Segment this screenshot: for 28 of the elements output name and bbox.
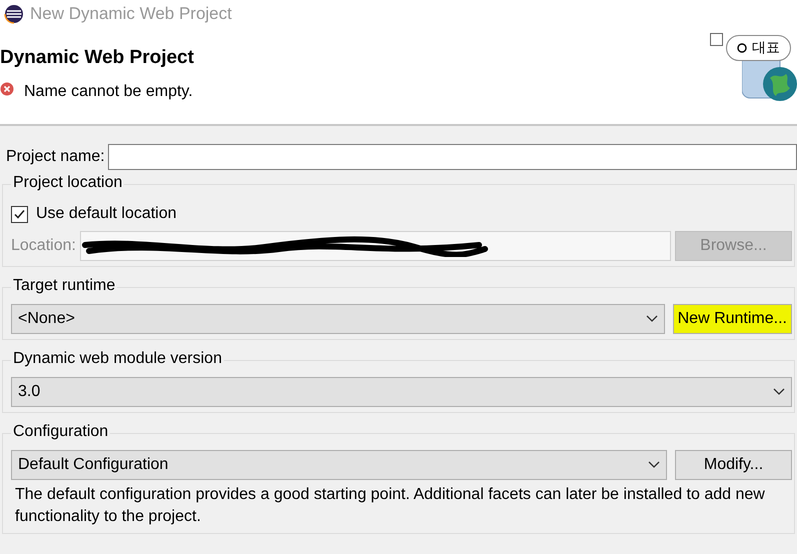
- group-title: Target runtime: [11, 277, 118, 295]
- checkbox[interactable]: [11, 206, 28, 222]
- project-name-field[interactable]: [108, 144, 797, 170]
- chevron-down-icon: [646, 315, 658, 323]
- redaction-scribble-icon: [80, 235, 491, 257]
- description-text: The default configuration provides a good starting point. Additional facets can later be installed to add new functionality to the project.: [14, 485, 766, 527]
- window-title: New Dynamic Web Project: [30, 4, 232, 24]
- checkmark-icon: [13, 208, 26, 220]
- group-title: Configuration: [11, 423, 110, 441]
- modify-button[interactable]: Modify...: [675, 450, 792, 480]
- eclipse-logo-icon: [4, 4, 24, 24]
- overlay-button[interactable]: 대표: [726, 35, 791, 61]
- maximize-icon[interactable]: [710, 33, 723, 46]
- chevron-down-icon: [648, 461, 660, 469]
- group-title: Project location: [11, 174, 124, 192]
- page-title: Dynamic Web Project: [0, 47, 194, 69]
- field-label: Project name:: [6, 148, 105, 166]
- checkbox-label: Use default location: [36, 205, 177, 223]
- field-label: Location:: [11, 237, 76, 255]
- location-field[interactable]: [80, 231, 671, 261]
- new-runtime-button[interactable]: New Runtime...: [672, 304, 792, 334]
- error-message: Name cannot be empty.: [24, 82, 193, 100]
- group-title: Dynamic web module version: [11, 350, 224, 368]
- dropdown[interactable]: Default Configuration: [11, 450, 667, 480]
- dropdown[interactable]: <None>: [11, 304, 665, 334]
- circle-icon: [737, 43, 747, 53]
- dropdown[interactable]: 3.0: [11, 377, 792, 407]
- chevron-down-icon: [773, 388, 785, 396]
